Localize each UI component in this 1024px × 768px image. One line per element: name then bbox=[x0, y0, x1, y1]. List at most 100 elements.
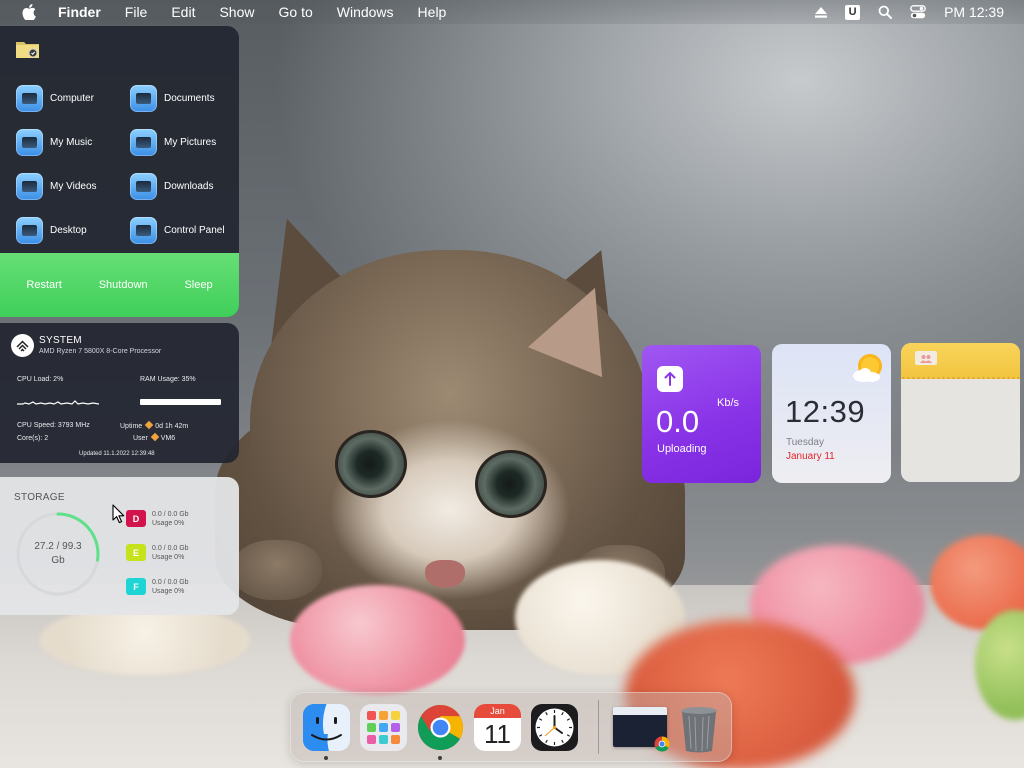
dock-launchpad[interactable] bbox=[360, 703, 407, 751]
quick-item-desktop[interactable]: Desktop bbox=[16, 208, 130, 252]
quick-item-label: Computer bbox=[50, 92, 94, 104]
quick-item-label: Documents bbox=[164, 92, 215, 104]
clock-day: Tuesday bbox=[786, 437, 824, 448]
calendar-icon: Jan 11 bbox=[474, 703, 521, 751]
people-icon bbox=[915, 351, 937, 365]
updated-timestamp: Updated 11.1.2022 12:39:48 bbox=[79, 451, 155, 457]
uptime-value: 0d 1h 42m bbox=[155, 423, 189, 430]
quick-item-my-music[interactable]: My Music bbox=[16, 120, 130, 164]
dock: Jan 11 bbox=[290, 692, 732, 762]
chrome-icon bbox=[417, 704, 464, 750]
system-monitor-widget: SYSTEM AMD Ryzen 7 5800X 8-Core Processo… bbox=[0, 323, 239, 463]
drive-e[interactable]: E 0.0 / 0.0 Gb Usage 0% bbox=[126, 544, 189, 562]
shutdown-button[interactable]: Shutdown bbox=[99, 279, 148, 291]
menu-help[interactable]: Help bbox=[418, 4, 447, 20]
quick-item-my-pictures[interactable]: My Pictures bbox=[130, 120, 236, 164]
notes-widget[interactable] bbox=[901, 343, 1020, 482]
chrome-badge-icon bbox=[654, 736, 670, 752]
clock-time: 12:39 bbox=[785, 394, 866, 429]
quick-access-widget: Computer Documents My Music My Pictures … bbox=[0, 26, 239, 317]
eject-icon[interactable] bbox=[815, 6, 828, 18]
computer-icon bbox=[16, 84, 43, 112]
drive-d-usage: Usage 0% bbox=[152, 520, 185, 527]
menu-app-name[interactable]: Finder bbox=[58, 4, 101, 20]
dock-finder[interactable] bbox=[303, 703, 350, 760]
quick-item-downloads[interactable]: Downloads bbox=[130, 164, 236, 208]
menu-windows[interactable]: Windows bbox=[337, 4, 394, 20]
quick-item-label: Downloads bbox=[164, 180, 214, 192]
drive-e-usage: Usage 0% bbox=[152, 554, 185, 561]
menu-file[interactable]: File bbox=[125, 4, 148, 20]
u-badge-icon[interactable]: U bbox=[845, 4, 861, 20]
u-badge-label: U bbox=[845, 4, 861, 20]
apple-menu-icon[interactable] bbox=[22, 4, 36, 20]
menu-edit[interactable]: Edit bbox=[171, 4, 195, 20]
user-label: User bbox=[133, 435, 148, 442]
storage-total-unit: Gb bbox=[51, 555, 65, 566]
launchpad-icon bbox=[360, 703, 407, 751]
videos-icon bbox=[16, 172, 43, 200]
quick-item-label: My Videos bbox=[50, 180, 97, 192]
finder-icon bbox=[303, 703, 350, 751]
quick-item-label: Control Panel bbox=[164, 224, 225, 236]
drive-f-icon: F bbox=[126, 578, 146, 595]
search-icon[interactable] bbox=[878, 5, 893, 19]
system-logo-icon bbox=[11, 334, 34, 357]
drive-d[interactable]: D 0.0 / 0.0 Gb Usage 0% bbox=[126, 510, 189, 528]
ram-usage-bar bbox=[140, 399, 221, 405]
upload-value: 0.0 bbox=[656, 404, 700, 439]
drive-f-usage: Usage 0% bbox=[152, 588, 185, 595]
drive-f-capacity: 0.0 / 0.0 Gb bbox=[152, 579, 189, 586]
pictures-icon bbox=[130, 128, 157, 156]
upload-arrow-icon bbox=[657, 366, 683, 392]
documents-icon bbox=[130, 84, 157, 112]
menu-show[interactable]: Show bbox=[219, 4, 254, 20]
downloads-icon bbox=[130, 172, 157, 200]
drive-d-icon: D bbox=[126, 510, 146, 527]
upload-label: Uploading bbox=[657, 443, 707, 455]
quick-item-control-panel[interactable]: Control Panel bbox=[130, 208, 236, 252]
cpu-name: AMD Ryzen 7 5800X 8-Core Processor bbox=[39, 348, 162, 355]
drive-d-capacity: 0.0 / 0.0 Gb bbox=[152, 511, 189, 518]
upload-unit: Kb/s bbox=[717, 397, 740, 409]
storage-total-value: 27.2 / 99.3 bbox=[34, 541, 82, 552]
desktop-icon bbox=[16, 216, 43, 244]
quick-item-label: My Pictures bbox=[164, 136, 217, 148]
clock-weather-widget: 12:39 Tuesday January 11 bbox=[772, 344, 891, 483]
clock-icon bbox=[531, 703, 578, 751]
drive-e-icon: E bbox=[126, 544, 146, 561]
storage-widget: STORAGE 27.2 / 99.3 Gb D 0.0 / 0.0 Gb Us… bbox=[0, 477, 239, 615]
running-indicator bbox=[438, 755, 442, 760]
control-center-icon[interactable] bbox=[910, 5, 926, 19]
control-panel-icon bbox=[130, 216, 157, 244]
music-icon bbox=[16, 128, 43, 156]
uptime-row: Uptime 0d 1h 42m bbox=[120, 420, 189, 430]
power-bar: Restart Shutdown Sleep bbox=[0, 253, 239, 317]
quick-item-documents[interactable]: Documents bbox=[130, 76, 236, 120]
menu-go-to[interactable]: Go to bbox=[279, 4, 313, 20]
dock-trash[interactable] bbox=[679, 704, 726, 752]
ram-usage: RAM Usage: 35% bbox=[140, 376, 196, 383]
clock-date: January 11 bbox=[786, 451, 835, 462]
dock-calendar[interactable]: Jan 11 bbox=[474, 703, 521, 751]
sleep-button[interactable]: Sleep bbox=[184, 279, 212, 291]
dock-clock[interactable] bbox=[531, 703, 578, 751]
storage-title: STORAGE bbox=[14, 492, 65, 503]
menu-bar: Finder File Edit Show Go to Windows Help… bbox=[0, 0, 1024, 24]
cpu-cores: Core(s): 2 bbox=[17, 435, 49, 442]
quick-item-label: My Music bbox=[50, 136, 93, 148]
network-upload-widget: Kb/s 0.0 Uploading bbox=[642, 345, 761, 483]
diamond-icon bbox=[150, 432, 160, 442]
system-title: SYSTEM bbox=[39, 335, 82, 346]
quick-item-computer[interactable]: Computer bbox=[16, 76, 130, 120]
user-row: User VM6 bbox=[133, 432, 175, 442]
menubar-clock[interactable]: PM 12:39 bbox=[944, 4, 1004, 20]
cpu-load: CPU Load: 2% bbox=[17, 376, 64, 383]
mouse-cursor-icon bbox=[112, 504, 125, 524]
restart-button[interactable]: Restart bbox=[26, 279, 61, 291]
dock-chrome[interactable] bbox=[417, 704, 464, 760]
dock-minimized-window[interactable] bbox=[613, 704, 670, 752]
calendar-day: 11 bbox=[484, 718, 511, 749]
quick-item-my-videos[interactable]: My Videos bbox=[16, 164, 130, 208]
drive-f[interactable]: F 0.0 / 0.0 Gb Usage 0% bbox=[126, 578, 189, 596]
